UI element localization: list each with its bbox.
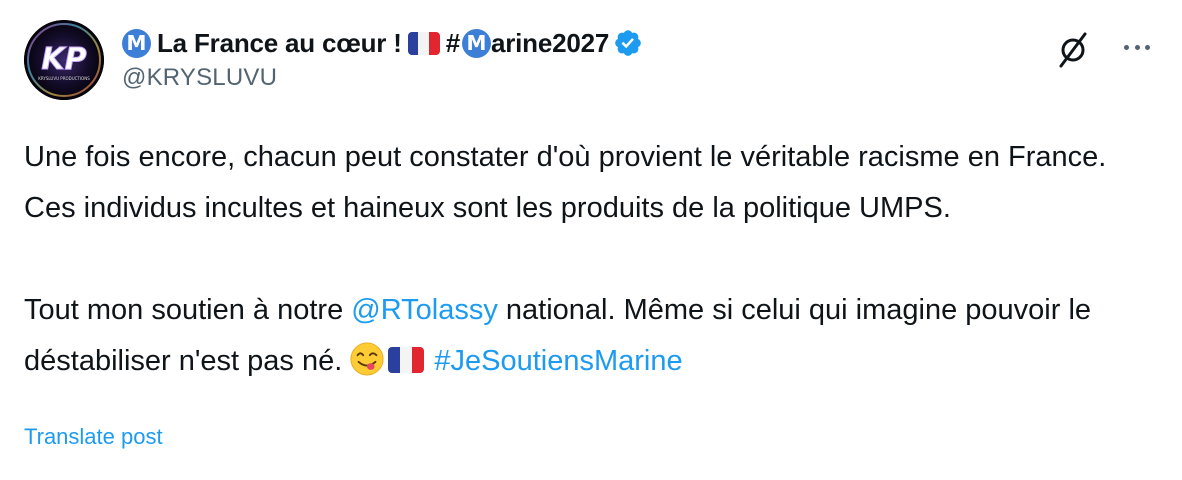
post-paragraph-2: Tout mon soutien à notre @RTolassy natio… [24,285,1164,387]
avatar-initials: KP [41,42,86,77]
france-flag-icon [388,347,425,373]
post-paragraph-1: Une fois encore, chacun peut constater d… [24,141,1107,224]
display-name-hash: # [445,27,460,58]
avatar[interactable]: KP KRYSLUVU PRODUCTIONS [24,20,104,100]
tweet: KP KRYSLUVU PRODUCTIONS M La France au c… [0,0,1182,480]
display-name-tag: arine2027 [490,27,610,58]
post-text-segment: Tout mon soutien à notre [24,294,352,326]
user-handle[interactable]: @KRYSLUVU [122,64,277,92]
display-name-text: La France au cœur ! [157,27,402,58]
post-text: Une fois encore, chacun peut constater d… [24,132,1164,387]
m-circle-icon: M [461,28,491,58]
mention-link[interactable]: @RTolassy [351,294,498,326]
hashtag-link[interactable]: #JeSoutiensMarine [434,345,682,377]
face-savoring-food-emoji-icon [350,342,384,376]
m-circle-icon: M [122,28,151,58]
verified-badge-icon [615,30,641,56]
more-dots-icon[interactable] [1122,36,1152,58]
display-name[interactable]: M La France au cœur ! # M arine2027 [122,26,643,60]
translate-post-link[interactable]: Translate post [24,424,163,450]
france-flag-icon [407,31,440,55]
slashed-circle-icon[interactable] [1056,30,1090,68]
avatar-caption: KRYSLUVU PRODUCTIONS [38,76,90,81]
